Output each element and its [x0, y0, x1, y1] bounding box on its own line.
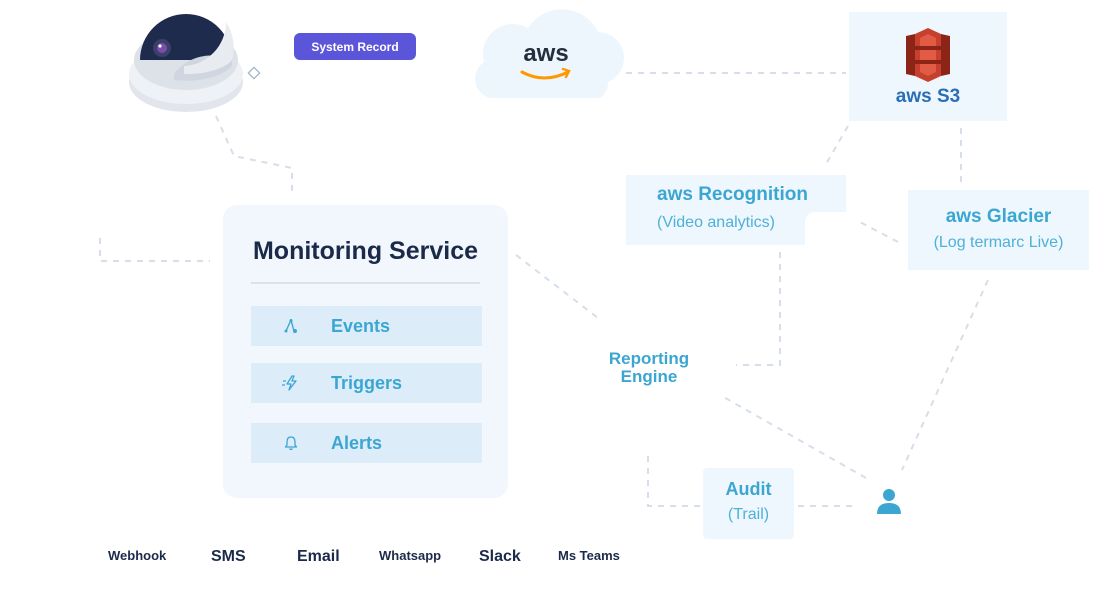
monitoring-service-panel: Monitoring Service Events Triggers Alert… [223, 205, 508, 498]
aws-recognition-card: aws Recognition (Video analytics) [626, 175, 847, 246]
aws-glacier-card: aws Glacier (Log termarc Live) [908, 190, 1089, 270]
reporting-engine-label: Reporting Engine [596, 350, 702, 386]
aws-s3-card: aws S3 [849, 12, 1007, 121]
channel-ms-teams: Ms Teams [558, 548, 620, 563]
monitoring-divider [251, 282, 480, 284]
glacier-to-recognition-line [855, 219, 899, 243]
audit-title: Audit [725, 479, 772, 499]
channel-slack: Slack [479, 548, 521, 565]
channel-sms: SMS [211, 548, 246, 565]
camera-to-monitoring-line [215, 115, 293, 196]
bell-icon [251, 435, 331, 451]
monitoring-item-label: Triggers [331, 372, 403, 393]
monitoring-item-events[interactable]: Events [251, 306, 482, 346]
recognition-to-reporting-line [736, 252, 781, 366]
monitoring-item-triggers[interactable]: Triggers [251, 363, 482, 403]
aws-logo-text: aws [523, 40, 569, 67]
glacier-title: aws Glacier [945, 206, 1052, 227]
s3-bucket-icon [906, 28, 950, 82]
dome-camera-icon [129, 14, 243, 112]
audit-to-reporting-line [647, 452, 700, 507]
security-camera [126, 8, 248, 116]
audit-card: Audit (Trail) [703, 468, 794, 539]
system-record-badge: System Record [294, 33, 416, 60]
aws-cloud: aws [470, 0, 626, 100]
user-to-reporting-line [719, 394, 867, 479]
aws-s3-label: aws S3 [895, 86, 961, 107]
monitoring-item-label: Events [331, 315, 391, 336]
monitoring-to-reporting-line [515, 254, 599, 319]
monitoring-item-label: Alerts [331, 432, 383, 453]
channel-webhook: Webhook [108, 548, 167, 563]
left-input-line [99, 238, 210, 262]
monitoring-item-alerts[interactable]: Alerts [251, 423, 482, 463]
events-icon [251, 318, 331, 334]
channel-whatsapp: Whatsapp [379, 548, 442, 563]
record-start-node [247, 66, 261, 80]
glacier-to-user-line [901, 279, 989, 471]
reporting-line-1: Reporting [608, 349, 690, 368]
user-icon[interactable] [876, 488, 902, 516]
channel-email: Email [297, 548, 340, 565]
recognition-subtitle: (Video analytics) [657, 214, 775, 231]
recognition-title: aws Recognition [657, 184, 808, 205]
reporting-line-2: Engine [620, 367, 678, 386]
triggers-icon [251, 375, 331, 391]
glacier-subtitle: (Log termarc Live) [933, 234, 1064, 251]
monitoring-title: Monitoring Service [252, 237, 479, 265]
audit-subtitle: (Trail) [727, 506, 770, 523]
s3-to-recognition-line [825, 125, 849, 165]
